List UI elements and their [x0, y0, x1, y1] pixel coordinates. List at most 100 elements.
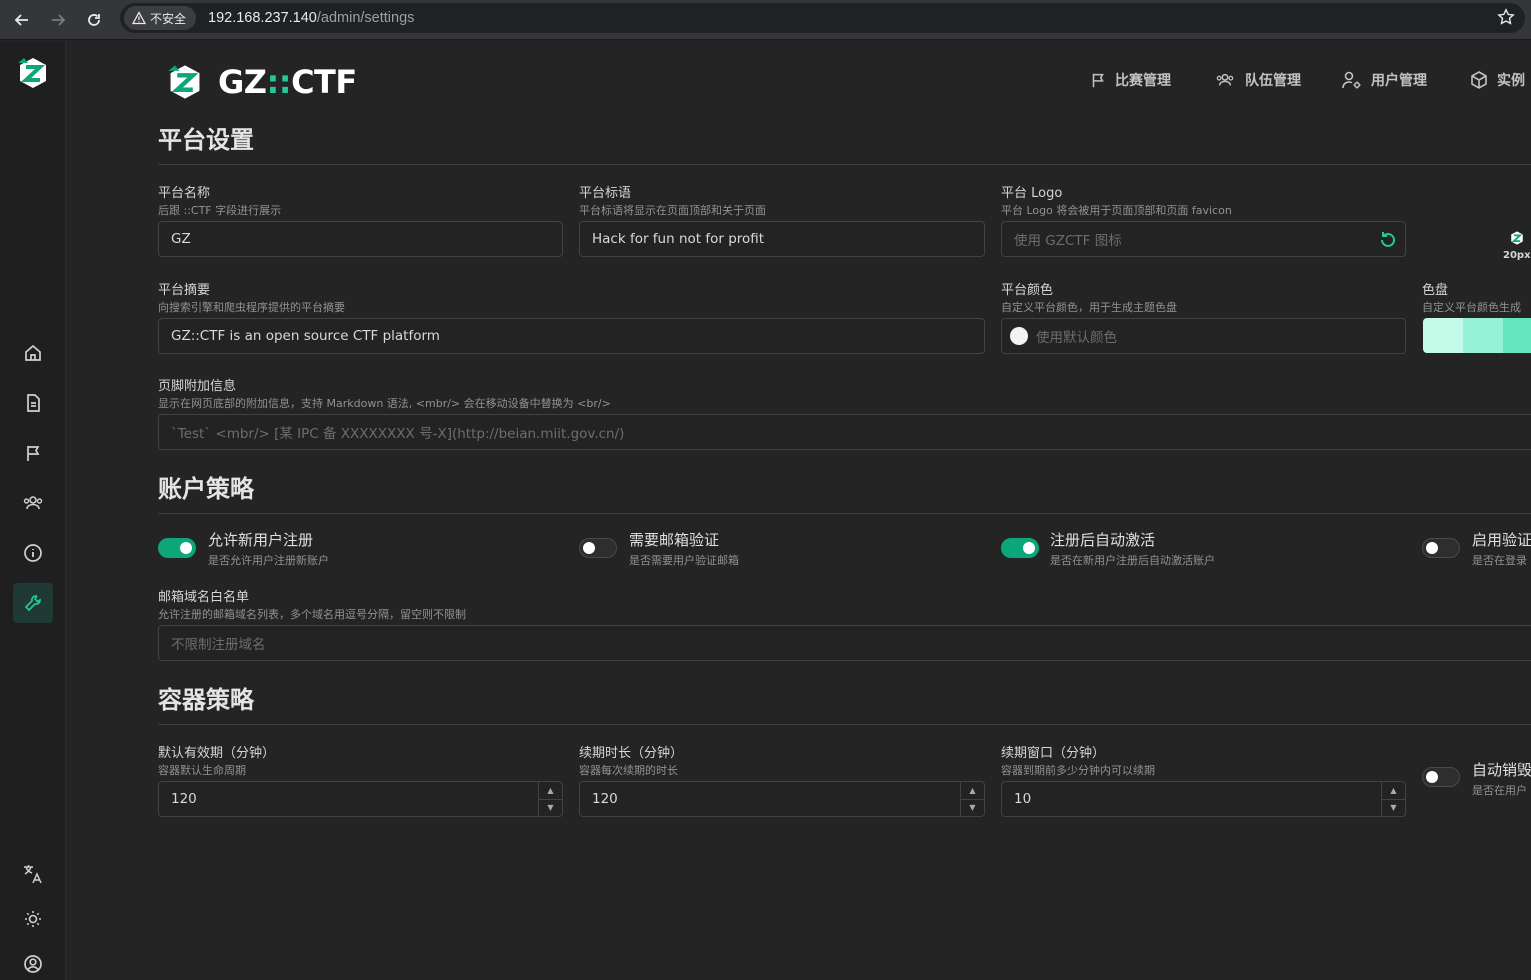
platform-slogan-label: 平台标语: [579, 186, 632, 201]
home-icon: [25, 344, 41, 361]
email-whitelist-desc: 允许注册的邮箱域名列表，多个域名用逗号分隔，留空则不限制: [158, 608, 466, 621]
auto-destroy-toggle[interactable]: [1422, 767, 1460, 787]
allow-register-toggle[interactable]: [158, 538, 196, 558]
forward-icon[interactable]: [46, 8, 70, 32]
language-icon: [24, 865, 42, 884]
palette-swatch-0: [1423, 318, 1463, 353]
extension-value: 120: [592, 791, 618, 807]
platform-name-input[interactable]: GZ: [158, 221, 563, 257]
auto-activate-toggle[interactable]: [1001, 538, 1039, 558]
platform-color-desc: 自定义平台颜色，用于生成主题色盘: [1001, 301, 1177, 314]
platform-name-desc: 后跟 ::CTF 字段进行展示: [158, 204, 282, 217]
sidebar-item-account[interactable]: [13, 944, 53, 980]
chevron-down-icon[interactable]: ▼: [961, 800, 984, 817]
auto-activate-desc: 是否在新用户注册后自动激活账户: [1050, 554, 1215, 567]
users-icon: [23, 496, 43, 510]
reset-icon[interactable]: [1377, 229, 1399, 255]
divider: [158, 164, 1531, 165]
sidebar-item-about[interactable]: [13, 533, 53, 573]
default-lifetime-label: 默认有效期（分钟）: [158, 746, 276, 761]
brand-prefix: GZ: [218, 63, 267, 101]
chevron-up-icon[interactable]: ▲: [961, 782, 984, 800]
platform-logo-input[interactable]: 使用 GZCTF 图标: [1001, 221, 1406, 257]
security-chip[interactable]: 不安全: [124, 6, 197, 30]
platform-color-placeholder: 使用默认颜色: [1036, 330, 1117, 346]
section-title-container: 容器策略: [158, 686, 254, 714]
chevron-down-icon[interactable]: ▼: [539, 800, 562, 817]
email-whitelist-label: 邮箱域名白名单: [158, 590, 250, 605]
flag-icon: [27, 446, 40, 461]
email-verify-toggle[interactable]: [579, 538, 617, 558]
renewal-window-desc: 容器到期前多少分钟内可以续期: [1001, 764, 1155, 777]
auto-destroy-desc: 是否在用户: [1472, 784, 1527, 797]
sidebar-item-posts[interactable]: [13, 383, 53, 423]
footer-info-desc: 显示在网页底部的附加信息，支持 Markdown 语法, <mbr/> 会在移动…: [158, 397, 611, 410]
users-icon: [1216, 73, 1234, 86]
platform-logo-desc: 平台 Logo 将会被用于页面顶部和页面 favicon: [1001, 204, 1232, 217]
back-icon[interactable]: [10, 8, 34, 32]
auto-destroy-title: 自动销毁: [1472, 761, 1531, 779]
divider: [158, 724, 1531, 725]
logo-preview-icon: [1509, 230, 1525, 250]
bookmark-star-icon[interactable]: [1497, 8, 1515, 30]
platform-slogan-input[interactable]: Hack for fun not for profit: [579, 221, 985, 257]
chevron-up-icon[interactable]: ▲: [539, 782, 562, 800]
platform-name-label: 平台名称: [158, 186, 211, 201]
color-swatch: [1010, 327, 1028, 345]
document-icon: [27, 394, 40, 412]
brand-colons: ::: [266, 63, 292, 101]
extension-label: 续期时长（分钟）: [579, 746, 684, 761]
sidebar-item-teams[interactable]: [13, 483, 53, 523]
default-lifetime-value: 120: [171, 791, 197, 807]
renewal-window-input[interactable]: 10 ▲ ▼: [1001, 781, 1406, 817]
security-label: 不安全: [150, 11, 187, 26]
renewal-window-label: 续期窗口（分钟）: [1001, 746, 1106, 761]
brand-logo[interactable]: GZ::CTF: [166, 62, 357, 102]
divider: [158, 513, 1531, 514]
platform-color-input[interactable]: 使用默认颜色: [1001, 318, 1406, 354]
reload-icon[interactable]: [82, 8, 106, 32]
sidebar: [0, 41, 66, 980]
nav-users-label: 用户管理: [1371, 73, 1427, 89]
address-bar[interactable]: 不安全 192.168.237.140/admin/settings: [120, 3, 1525, 33]
platform-summary-label: 平台摘要: [158, 283, 211, 298]
sidebar-item-admin[interactable]: [13, 583, 53, 623]
platform-color-label: 平台颜色: [1001, 283, 1054, 298]
sidebar-item-theme[interactable]: [13, 899, 53, 939]
nav-instances[interactable]: 实例: [1469, 70, 1525, 90]
number-stepper[interactable]: ▲ ▼: [960, 782, 984, 816]
warning-icon: [132, 11, 146, 25]
url-host: 192.168.237.140: [208, 10, 317, 26]
number-stepper[interactable]: ▲ ▼: [1381, 782, 1405, 816]
nav-users[interactable]: 用户管理: [1341, 70, 1427, 90]
info-icon: [24, 544, 42, 562]
nav-games[interactable]: 比赛管理: [1089, 70, 1171, 90]
chevron-down-icon[interactable]: ▼: [1382, 800, 1405, 817]
wrench-icon: [24, 595, 41, 612]
sidebar-item-home[interactable]: [13, 333, 53, 373]
nav-teams[interactable]: 队伍管理: [1213, 70, 1301, 90]
user-circle-icon: [24, 955, 42, 973]
palette-label: 色盘: [1422, 283, 1449, 298]
sidebar-item-language[interactable]: [13, 854, 53, 894]
footer-info-input[interactable]: `Test` <mbr/> [某 IPC 备 XXXXXXXX 号-X](htt…: [158, 414, 1531, 450]
platform-summary-input[interactable]: GZ::CTF is an open source CTF platform: [158, 318, 985, 354]
brand-name: GZ::CTF: [218, 63, 357, 101]
brand-suffix: CTF: [291, 63, 357, 101]
extension-input[interactable]: 120 ▲ ▼: [579, 781, 985, 817]
nav-instances-label: 实例: [1497, 73, 1525, 89]
footer-info-label: 页脚附加信息: [158, 379, 237, 394]
box-icon: [1471, 71, 1487, 89]
number-stepper[interactable]: ▲ ▼: [538, 782, 562, 816]
browser-toolbar: 不安全 192.168.237.140/admin/settings: [0, 0, 1531, 40]
sidebar-item-games[interactable]: [13, 433, 53, 473]
platform-logo-label: 平台 Logo: [1001, 186, 1063, 201]
default-lifetime-input[interactable]: 120 ▲ ▼: [158, 781, 563, 817]
captcha-toggle[interactable]: [1422, 538, 1460, 558]
sidebar-logo-icon[interactable]: [16, 55, 50, 95]
palette-swatch-1: [1463, 318, 1503, 353]
url-text: 192.168.237.140/admin/settings: [208, 10, 414, 26]
chevron-up-icon[interactable]: ▲: [1382, 782, 1405, 800]
email-whitelist-input[interactable]: 不限制注册域名: [158, 625, 1531, 661]
url-path: /admin/settings: [316, 10, 415, 26]
